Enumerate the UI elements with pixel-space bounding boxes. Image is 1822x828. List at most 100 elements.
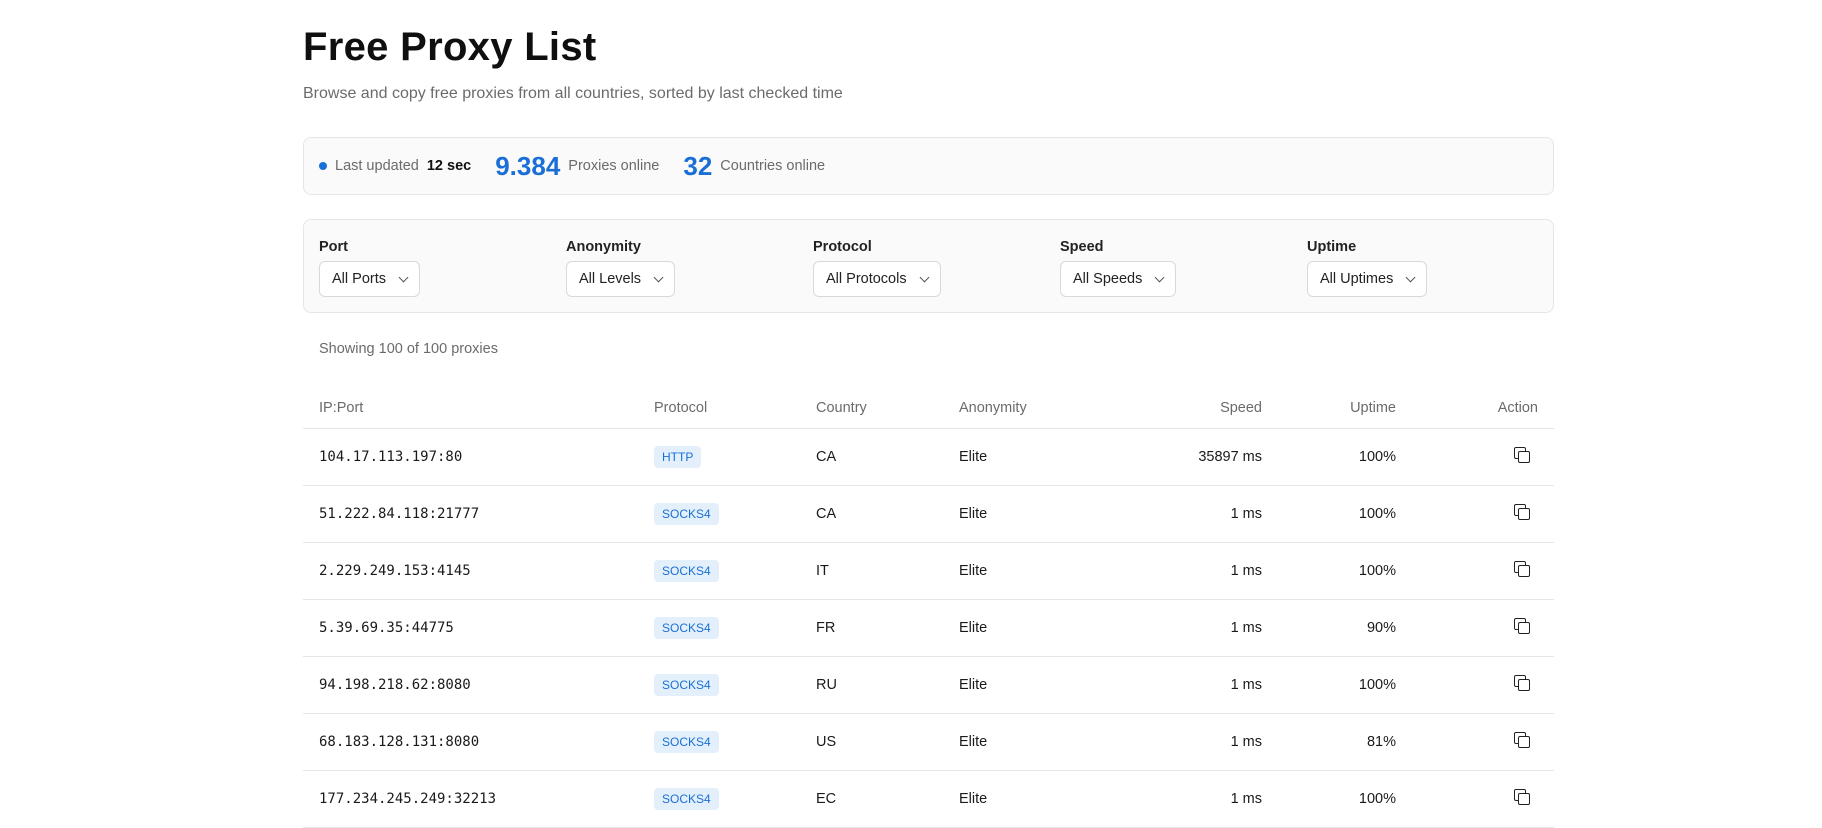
table-row: 68.183.128.131:8080 SOCKS4 US Elite 1 ms… [303,713,1554,771]
copy-icon[interactable] [1514,446,1530,463]
port-select[interactable]: All Ports [319,261,420,297]
protocol-cell: HTTP [654,428,816,486]
filter-speed-label: Speed [1060,239,1104,255]
filter-anonymity-label: Anonymity [566,239,641,255]
table-row: 51.222.84.118:21777 SOCKS4 CA Elite 1 ms… [303,485,1554,543]
action-cell [1396,542,1554,600]
table-row: 2.229.249.153:4145 SOCKS4 IT Elite 1 ms … [303,542,1554,600]
copy-icon[interactable] [1514,674,1530,691]
last-updated-label: Last updated [335,158,419,174]
anonymity-cell: Elite [959,770,1159,828]
chevron-down-icon [398,272,409,282]
column-header-country[interactable]: Country [816,388,959,429]
protocol-cell: SOCKS4 [654,599,816,657]
country-cell: US [816,713,959,771]
anonymity-select-value: All Levels [579,271,642,287]
speed-cell: 1 ms [1159,770,1262,828]
protocol-cell: SOCKS4 [654,485,816,543]
table-row: 104.17.113.197:80 HTTP CA Elite 35897 ms… [303,428,1554,486]
uptime-select[interactable]: All Uptimes [1307,261,1428,297]
action-cell [1396,428,1554,486]
copy-icon[interactable] [1514,503,1530,520]
copy-icon[interactable] [1514,731,1530,748]
action-cell [1396,770,1554,828]
ip-port-cell: 104.17.113.197:80 [303,428,654,486]
column-header-anonymity[interactable]: Anonymity [959,388,1159,429]
uptime-select-value: All Uptimes [1320,271,1394,287]
countries-label: Countries online [720,158,826,174]
copy-icon[interactable] [1514,617,1530,634]
protocol-badge: SOCKS4 [654,787,719,810]
protocol-select[interactable]: All Protocols [813,261,941,297]
table-row: 5.39.69.35:44775 SOCKS4 FR Elite 1 ms 90… [303,599,1554,657]
anonymity-cell: Elite [959,599,1159,657]
column-header-ip-port[interactable]: IP:Port [303,388,654,429]
country-cell: IT [816,542,959,600]
speed-select[interactable]: All Speeds [1060,261,1177,297]
column-header-uptime[interactable]: Uptime [1262,388,1396,429]
stats-bar: Last updated 12 sec 9.384 Proxies online… [303,137,1554,195]
speed-cell: 35897 ms [1159,428,1262,486]
results-count: Showing 100 of 100 proxies [319,341,498,357]
uptime-cell: 81% [1262,713,1396,771]
filter-port: Port All Ports [319,238,420,297]
action-cell [1396,485,1554,543]
table-row: 177.234.245.249:32213 SOCKS4 EC Elite 1 … [303,770,1554,828]
speed-cell: 1 ms [1159,599,1262,657]
port-select-value: All Ports [332,271,386,287]
uptime-cell: 100% [1262,485,1396,543]
uptime-cell: 100% [1262,770,1396,828]
column-header-protocol[interactable]: Protocol [654,388,816,429]
protocol-badge: SOCKS4 [654,673,719,696]
chevron-down-icon [653,272,664,282]
countries-count: 32 [683,150,713,181]
ip-port-cell: 2.229.249.153:4145 [303,542,654,600]
anonymity-cell: Elite [959,656,1159,714]
action-cell [1396,713,1554,771]
country-cell: CA [816,428,959,486]
filter-protocol: Protocol All Protocols [813,238,941,297]
uptime-cell: 100% [1262,656,1396,714]
country-cell: FR [816,599,959,657]
speed-cell: 1 ms [1159,485,1262,543]
column-header-speed[interactable]: Speed [1159,388,1262,429]
speed-select-value: All Speeds [1073,271,1143,287]
table-header-row: IP:Port Protocol Country Anonymity Speed… [303,388,1554,429]
proxies-count: 9.384 [495,150,561,181]
proxy-table: IP:Port Protocol Country Anonymity Speed… [303,388,1554,828]
anonymity-cell: Elite [959,542,1159,600]
chevron-down-icon [1154,272,1165,282]
protocol-badge: SOCKS4 [654,559,719,582]
ip-port-cell: 94.198.218.62:8080 [303,656,654,714]
anonymity-cell: Elite [959,428,1159,486]
chevron-down-icon [1405,272,1416,282]
page-subtitle: Browse and copy free proxies from all co… [303,85,843,102]
protocol-cell: SOCKS4 [654,713,816,771]
anonymity-select[interactable]: All Levels [566,261,676,297]
protocol-select-value: All Protocols [826,271,907,287]
ip-port-cell: 5.39.69.35:44775 [303,599,654,657]
ip-port-cell: 51.222.84.118:21777 [303,485,654,543]
copy-icon[interactable] [1514,788,1530,805]
anonymity-cell: Elite [959,485,1159,543]
protocol-badge: SOCKS4 [654,730,719,753]
column-header-action: Action [1396,388,1554,429]
filter-port-label: Port [319,239,348,255]
country-cell: RU [816,656,959,714]
filter-uptime-label: Uptime [1307,239,1357,255]
speed-cell: 1 ms [1159,713,1262,771]
speed-cell: 1 ms [1159,656,1262,714]
copy-icon[interactable] [1514,560,1530,577]
uptime-cell: 100% [1262,428,1396,486]
table-row: 94.198.218.62:8080 SOCKS4 RU Elite 1 ms … [303,656,1554,714]
protocol-cell: SOCKS4 [654,542,816,600]
action-cell [1396,656,1554,714]
speed-cell: 1 ms [1159,542,1262,600]
uptime-cell: 90% [1262,599,1396,657]
protocol-badge: SOCKS4 [654,616,719,639]
filter-uptime: Uptime All Uptimes [1307,238,1428,297]
ip-port-cell: 177.234.245.249:32213 [303,770,654,828]
country-cell: EC [816,770,959,828]
live-status-dot-icon [319,162,327,170]
protocol-cell: SOCKS4 [654,656,816,714]
